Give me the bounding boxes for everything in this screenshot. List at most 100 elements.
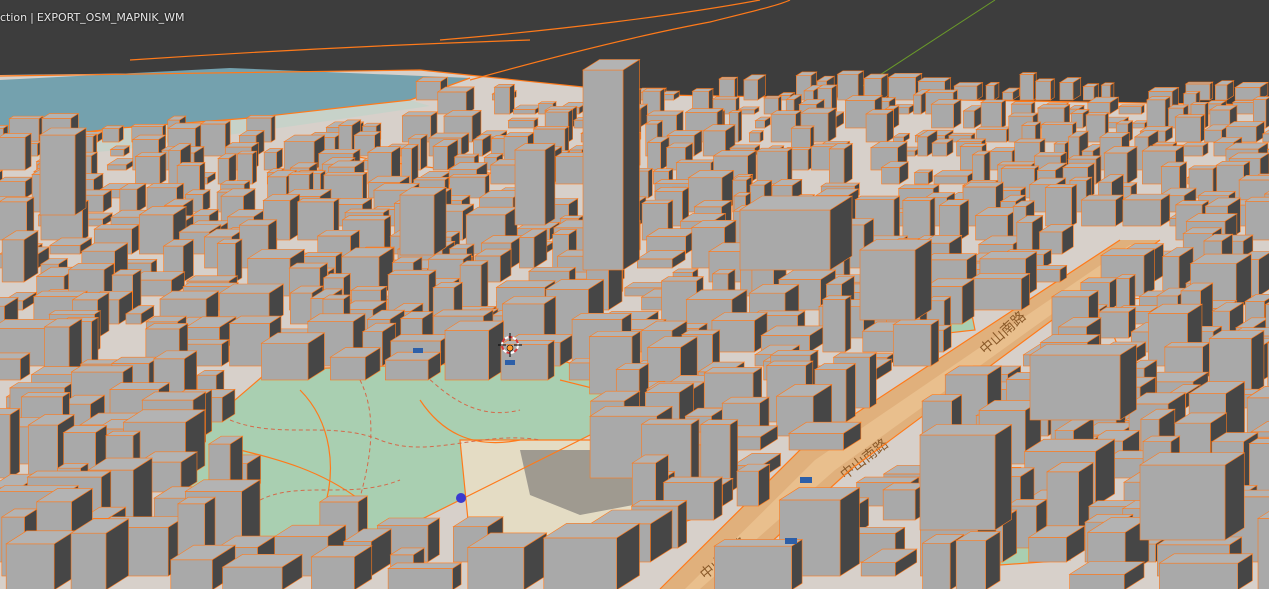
building-face[interactable] <box>135 156 161 185</box>
building-roof[interactable] <box>300 252 343 257</box>
building-face[interactable] <box>955 540 986 589</box>
building-face[interactable] <box>1041 124 1073 143</box>
building-side[interactable] <box>959 199 969 241</box>
building-side[interactable] <box>270 114 276 143</box>
building-roof[interactable] <box>448 174 491 178</box>
building-face[interactable] <box>432 146 448 171</box>
building-face[interactable] <box>1028 537 1067 563</box>
building-face[interactable] <box>647 142 661 171</box>
building-side[interactable] <box>547 339 555 381</box>
building-face[interactable] <box>931 103 954 129</box>
building-face[interactable] <box>985 85 995 101</box>
building-roof[interactable] <box>499 340 556 345</box>
building-roof[interactable] <box>832 352 878 358</box>
building-face[interactable] <box>508 120 535 129</box>
building-face[interactable] <box>892 324 932 367</box>
building-face[interactable] <box>637 258 673 269</box>
building-side[interactable] <box>1001 99 1006 129</box>
building-roof[interactable] <box>537 101 558 104</box>
building-roof[interactable] <box>1044 184 1078 188</box>
building-face[interactable] <box>387 568 453 589</box>
building-roof[interactable] <box>892 319 940 326</box>
building-roof[interactable] <box>48 310 102 315</box>
building-roof[interactable] <box>924 89 959 93</box>
building-face[interactable] <box>519 237 535 269</box>
building-roof[interactable] <box>1010 101 1036 105</box>
building-side[interactable] <box>1209 81 1214 101</box>
building-roof[interactable] <box>1189 101 1210 105</box>
building-face[interactable] <box>1098 311 1129 339</box>
building-face[interactable] <box>1029 354 1121 421</box>
building-face[interactable] <box>829 148 845 185</box>
building-roof[interactable] <box>145 183 185 189</box>
building-side[interactable] <box>1129 274 1136 311</box>
building-side[interactable] <box>132 269 142 311</box>
building-face[interactable] <box>1159 562 1239 589</box>
scene-canvas[interactable]: 中山南路 中山南路 中山南路 <box>0 0 1269 589</box>
building-side[interactable] <box>839 487 860 577</box>
building-roof[interactable] <box>182 282 240 287</box>
building-face[interactable] <box>1118 106 1142 115</box>
building-face[interactable] <box>290 292 313 325</box>
building-roof[interactable] <box>176 162 206 167</box>
building-roof[interactable] <box>763 95 783 99</box>
building-roof[interactable] <box>711 96 741 100</box>
building-roof[interactable] <box>296 198 340 203</box>
building-roof[interactable] <box>350 286 388 291</box>
building-face[interactable] <box>1146 99 1166 129</box>
building-side[interactable] <box>787 147 793 185</box>
building-roof[interactable] <box>70 365 134 373</box>
building-roof[interactable] <box>996 161 1037 166</box>
building-roof[interactable] <box>571 312 633 320</box>
building-face[interactable] <box>917 136 928 157</box>
building-side[interactable] <box>74 127 87 216</box>
building-roof[interactable] <box>544 108 574 113</box>
building-face[interactable] <box>513 109 536 115</box>
building-face[interactable] <box>119 188 138 213</box>
building-face[interactable] <box>125 313 142 325</box>
building-roof[interactable] <box>453 153 480 158</box>
building-face[interactable] <box>0 181 26 199</box>
building-side[interactable] <box>677 499 687 549</box>
building-roof[interactable] <box>427 132 470 139</box>
building-face[interactable] <box>749 132 761 143</box>
building-roof[interactable] <box>756 147 793 152</box>
building-roof[interactable] <box>1117 104 1146 107</box>
building-face[interactable] <box>1069 574 1125 589</box>
building-roof[interactable] <box>495 280 556 288</box>
building-face[interactable] <box>49 244 81 255</box>
building-face[interactable] <box>217 158 230 185</box>
building-face[interactable] <box>859 249 916 321</box>
building-face[interactable] <box>1132 122 1145 129</box>
building-face[interactable] <box>902 200 931 241</box>
building-side[interactable] <box>827 107 837 143</box>
building-face[interactable] <box>980 102 1002 129</box>
building-roof[interactable] <box>790 125 815 129</box>
building-roof[interactable] <box>1174 114 1206 118</box>
building-roof[interactable] <box>923 253 978 261</box>
building-roof[interactable] <box>897 184 940 189</box>
building-face[interactable] <box>888 77 916 101</box>
building-face[interactable] <box>736 470 759 507</box>
building-roof[interactable] <box>8 382 74 389</box>
building-face[interactable] <box>739 209 831 271</box>
building-roof[interactable] <box>1013 138 1046 143</box>
building-side[interactable] <box>1050 78 1055 101</box>
building-face[interactable] <box>0 414 11 479</box>
building-roof[interactable] <box>641 88 666 92</box>
building-face[interactable] <box>914 172 929 185</box>
building-face[interactable] <box>881 167 900 185</box>
building-face[interactable] <box>494 86 511 115</box>
building-face[interactable] <box>222 566 283 589</box>
building-side[interactable] <box>420 134 428 171</box>
building-roof[interactable] <box>1028 344 1138 356</box>
building-roof[interactable] <box>317 148 361 154</box>
building-roof[interactable] <box>917 77 952 82</box>
building-side[interactable] <box>1250 329 1265 395</box>
building-face[interactable] <box>110 149 125 157</box>
building-roof[interactable] <box>718 76 739 80</box>
building-face[interactable] <box>1081 199 1116 227</box>
building-roof[interactable] <box>691 88 714 92</box>
building-roof[interactable] <box>26 470 112 478</box>
building-face[interactable] <box>963 110 975 129</box>
